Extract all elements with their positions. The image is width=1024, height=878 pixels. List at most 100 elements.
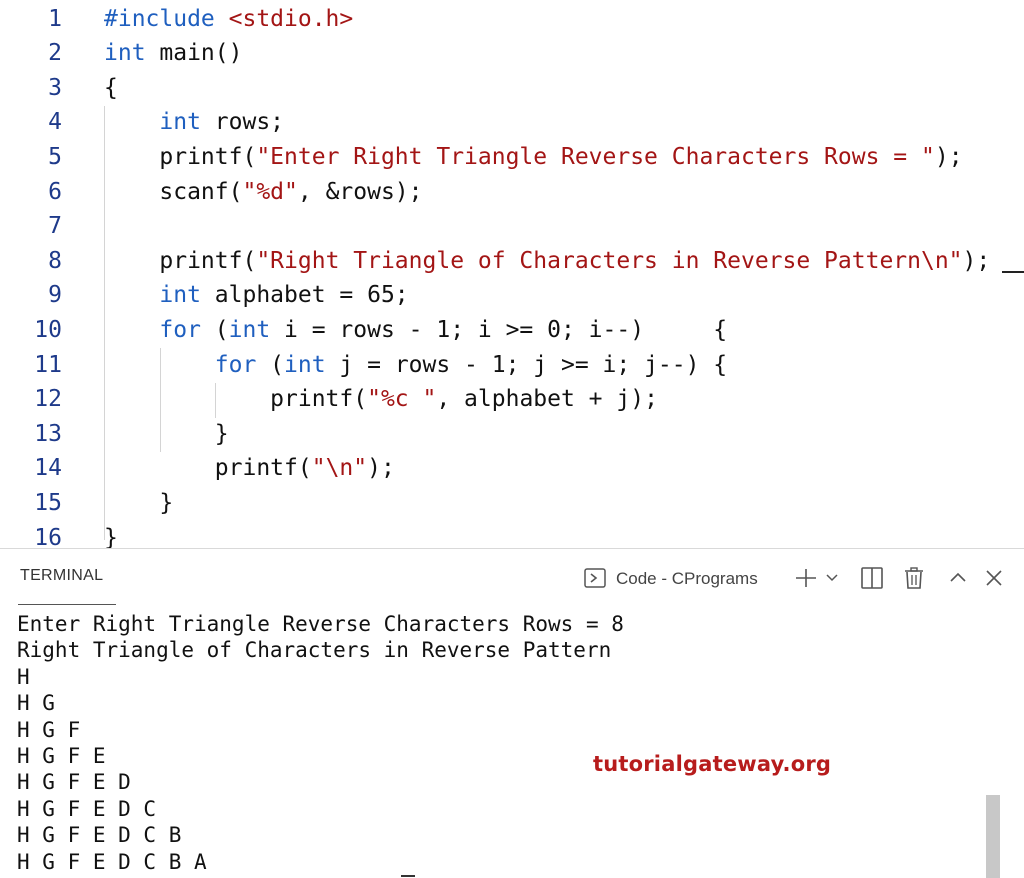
terminal-header: TERMINAL Code - CPrograms: [0, 549, 1024, 607]
terminal-line: H G F E D C: [17, 796, 157, 821]
code-line[interactable]: 2 int main(): [0, 36, 1024, 71]
code-text: printf("Enter Right Triangle Reverse Cha…: [104, 140, 962, 175]
terminal-panel[interactable]: TERMINAL Code - CPrograms Enter Right Tr…: [0, 549, 1024, 878]
string-token: "Right Triangle of Characters in Reverse…: [256, 247, 963, 274]
code-text: }: [104, 417, 229, 452]
code-text: int rows;: [104, 105, 284, 140]
code-token: );: [962, 247, 991, 274]
terminal-line: H G F E D C B: [17, 823, 182, 848]
string-token: "Enter Right Triangle Reverse Characters…: [256, 143, 935, 170]
line-number: 14: [34, 455, 62, 482]
code-text: int alphabet = 65;: [104, 278, 409, 313]
code-token: printf(: [104, 143, 257, 170]
keyword-token: int: [228, 316, 271, 343]
line-number: 6: [48, 178, 62, 205]
scrollbar-thumb[interactable]: [986, 795, 1000, 878]
code-text: scanf("%d", &rows);: [104, 175, 423, 210]
keyword-token: for: [159, 316, 201, 343]
code-line[interactable]: 4 int rows;: [0, 105, 1024, 140]
code-token: alphabet = 65;: [200, 282, 409, 309]
line-number: 4: [48, 109, 62, 136]
code-token: );: [367, 455, 395, 482]
code-line[interactable]: 14 printf("\n");: [0, 451, 1024, 486]
string-token: "\n": [311, 455, 368, 482]
code-text: printf("Right Triangle of Characters in …: [104, 244, 990, 279]
keyword-token: int: [104, 40, 146, 67]
shell-label: Code - CPrograms: [616, 569, 758, 588]
string-token: "%c ": [367, 386, 437, 413]
code-token: printf(: [104, 247, 257, 274]
code-token: , alphabet + j);: [436, 386, 658, 413]
code-line[interactable]: 7: [0, 209, 1024, 244]
trash-icon[interactable]: [903, 567, 925, 589]
code-line[interactable]: 15 }: [0, 486, 1024, 521]
code-text: printf("%c ", alphabet + j);: [104, 382, 658, 417]
code-text: printf("\n");: [104, 451, 395, 486]
terminal-line: Enter Right Triangle Reverse Characters …: [17, 612, 624, 636]
terminal-line: H G F E D: [17, 770, 131, 795]
terminal-cursor: [401, 875, 415, 877]
text-cursor: [1002, 271, 1024, 273]
keyword-token: #include: [104, 5, 229, 32]
line-number: 12: [34, 386, 62, 413]
code-editor[interactable]: 1 #include <stdio.h> 2 int main() 3{4 int ro…: [0, 0, 1024, 548]
code-line[interactable]: 9 int alphabet = 65;: [0, 278, 1024, 313]
code-token: i = rows - 1; i >= 0; i--) {: [270, 316, 728, 343]
close-icon[interactable]: [984, 567, 1004, 589]
code-token: main(): [145, 40, 243, 67]
terminal-line: H: [17, 664, 30, 689]
tab-terminal[interactable]: TERMINAL: [20, 567, 103, 585]
terminal-line: H G F E: [17, 744, 106, 769]
code-line[interactable]: 1 #include <stdio.h>: [0, 2, 1024, 37]
code-token: scanf(: [104, 178, 243, 205]
line-number: 15: [34, 489, 62, 516]
code-text: for (int j = rows - 1; j >= i; j--) {: [104, 348, 727, 383]
line-number: 7: [48, 213, 62, 240]
code-line[interactable]: 12 printf("%c ", alphabet + j);: [0, 382, 1024, 417]
code-token: (: [256, 351, 285, 378]
code-line[interactable]: 16}: [0, 521, 1024, 549]
shell-icon: [584, 568, 606, 588]
line-number: 13: [34, 420, 62, 447]
chevron-down-icon[interactable]: [824, 567, 840, 589]
code-line[interactable]: 3{: [0, 71, 1024, 106]
code-token: }: [104, 489, 174, 516]
code-text: int main(): [104, 36, 242, 71]
code-text: {: [104, 71, 118, 106]
code-line[interactable]: 6 scanf("%d", &rows);: [0, 175, 1024, 210]
code-token: printf(: [104, 455, 312, 482]
indent-guide: [215, 383, 216, 418]
plus-icon[interactable]: [794, 567, 818, 589]
terminal-output[interactable]: Enter Right Triangle Reverse Characters …: [17, 611, 624, 875]
code-line[interactable]: 10 for (int i = rows - 1; i >= 0; i--) {: [0, 313, 1024, 348]
string-token: <stdio.h>: [228, 5, 354, 32]
code-token: j = rows - 1; j >= i; j--) {: [325, 351, 728, 378]
code-token: rows;: [200, 109, 285, 136]
code-text: #include <stdio.h>: [104, 2, 353, 37]
code-token: , &rows);: [297, 178, 423, 205]
string-token: "%d": [242, 178, 298, 205]
code-line[interactable]: 8 printf("Right Triangle of Characters i…: [0, 244, 1024, 279]
line-number: 9: [48, 282, 62, 309]
indent-guide: [104, 106, 105, 540]
code-line[interactable]: 13 }: [0, 417, 1024, 452]
watermark: tutorialgateway.org: [593, 752, 832, 776]
line-number: 3: [48, 74, 62, 101]
indent-guide: [160, 348, 161, 452]
line-number: 8: [48, 247, 62, 274]
terminal-line: H G F: [17, 717, 81, 742]
terminal-line: Right Triangle of Characters in Reverse …: [17, 638, 612, 663]
code-token: }: [104, 420, 229, 447]
keyword-token: int: [284, 351, 326, 378]
active-tab-indicator: [18, 604, 116, 605]
keyword-token: int: [159, 109, 201, 136]
line-number: 2: [48, 40, 62, 67]
split-icon[interactable]: [860, 567, 884, 589]
line-number: 11: [34, 351, 62, 378]
code-line[interactable]: 5 printf("Enter Right Triangle Reverse C…: [0, 140, 1024, 175]
code-line[interactable]: 11 for (int j = rows - 1; j >= i; j--) {: [0, 348, 1024, 383]
chevron-up-icon[interactable]: [948, 567, 968, 589]
